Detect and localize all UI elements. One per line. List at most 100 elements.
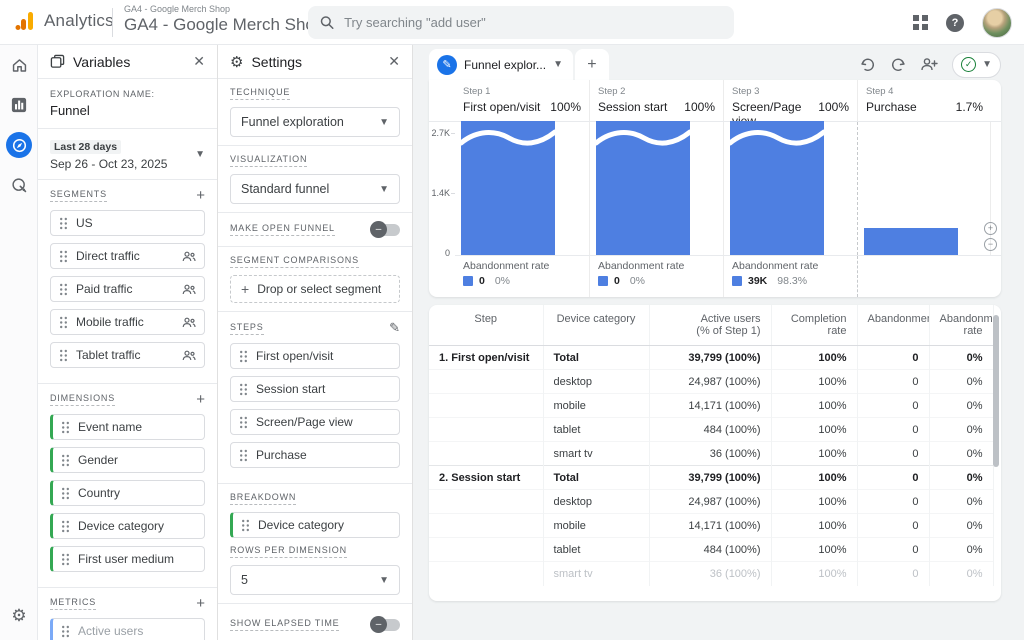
segment-chip[interactable]: Paid traffic: [50, 276, 205, 302]
segment-chip[interactable]: US: [50, 210, 205, 236]
table-column-header[interactable]: Device category: [543, 305, 649, 346]
close-icon[interactable]: ✕: [388, 53, 400, 70]
funnel-step-header[interactable]: Step 4Purchase1.7%: [857, 80, 991, 121]
drag-handle-icon: [59, 349, 68, 362]
funnel-bar[interactable]: [730, 121, 824, 255]
funnel-step-header[interactable]: Step 3Screen/Page view100%: [723, 80, 857, 121]
redo-icon[interactable]: [890, 58, 906, 72]
zoom-in-icon[interactable]: +: [984, 222, 997, 235]
dimension-chip-label: Event name: [78, 420, 196, 434]
segment-drop-text: Drop or select segment: [257, 282, 381, 296]
apps-grid-icon[interactable]: [913, 15, 928, 30]
show-elapsed-time-toggle[interactable]: –: [372, 619, 400, 631]
search-bar[interactable]: [308, 6, 734, 39]
table-cell: Total: [543, 346, 649, 370]
table-cell: 39,799 (100%): [649, 346, 771, 370]
nav-reports-icon[interactable]: [0, 85, 38, 125]
table-row: 2. Session startTotal39,799 (100%)100%00…: [429, 466, 993, 490]
y-axis-label: 0: [430, 248, 450, 258]
table-row: tablet484 (100%)100%00%: [429, 538, 993, 562]
share-user-icon[interactable]: [920, 57, 938, 72]
funnel-bar[interactable]: [461, 121, 555, 255]
table-column-header[interactable]: Completionrate: [771, 305, 857, 346]
table-cell: 24,987 (100%): [649, 490, 771, 514]
dimension-chip[interactable]: Gender: [50, 447, 205, 473]
dimension-chip[interactable]: Device category: [50, 513, 205, 539]
header-line2: rate: [782, 325, 847, 337]
admin-gear-icon[interactable]: ⚙: [0, 606, 38, 626]
tab-funnel-exploration[interactable]: ✎ Funnel explor... ▼: [429, 49, 573, 80]
funnel-column: [455, 122, 589, 255]
analytics-logo[interactable]: Analytics: [14, 10, 114, 32]
nav-explore-icon[interactable]: [0, 125, 38, 165]
segment-chip[interactable]: Mobile traffic: [50, 309, 205, 335]
segment-drop-zone[interactable]: + Drop or select segment: [230, 275, 400, 303]
add-segment-button[interactable]: +: [196, 188, 205, 203]
funnel-step-header[interactable]: Step 2Session start100%: [589, 80, 723, 121]
step-number: Step 4: [866, 86, 983, 97]
undo-icon[interactable]: [860, 58, 876, 72]
table-cell: 0: [857, 394, 929, 418]
table-column-header[interactable]: Abandonmen...: [857, 305, 929, 346]
segment-comparisons-label: SEGMENT COMPARISONS: [230, 255, 359, 268]
metric-chip[interactable]: Active users: [50, 618, 205, 640]
edit-steps-icon[interactable]: ✎: [389, 320, 400, 336]
add-dimension-button[interactable]: +: [196, 392, 205, 407]
rows-per-dimension-dropdown[interactable]: 5 ▼: [230, 565, 400, 595]
table-cell: 0%: [929, 346, 993, 370]
table-scrollbar[interactable]: [993, 315, 999, 467]
drag-handle-icon: [61, 487, 70, 500]
funnel-bar[interactable]: [864, 228, 958, 255]
technique-dropdown[interactable]: Funnel exploration ▼: [230, 107, 400, 137]
analytics-logo-icon: [14, 10, 36, 32]
tab-label: Funnel explor...: [464, 58, 546, 72]
abandonment-cell: [857, 256, 991, 297]
zoom-out-icon[interactable]: −: [984, 238, 997, 251]
nav-advertising-icon[interactable]: [0, 165, 38, 205]
drag-handle-icon: [239, 449, 248, 462]
rows-per-dimension-value: 5: [241, 573, 248, 587]
dimension-chip[interactable]: Country: [50, 480, 205, 506]
date-range-picker[interactable]: Last 28 days Sep 26 - Oct 23, 2025 ▼: [38, 129, 217, 180]
avatar[interactable]: [982, 8, 1012, 38]
close-icon[interactable]: ✕: [193, 53, 205, 70]
step-chip[interactable]: Purchase: [230, 442, 400, 468]
step-number: Step 2: [598, 86, 715, 97]
search-input[interactable]: [344, 15, 722, 30]
visualization-value: Standard funnel: [241, 182, 329, 196]
variables-icon: [50, 54, 65, 69]
dimension-chip[interactable]: Event name: [50, 414, 205, 440]
table-row: desktop24,987 (100%)100%00%: [429, 370, 993, 394]
add-tab-button[interactable]: +: [575, 49, 609, 80]
table-cell: 100%: [771, 346, 857, 370]
table-cell: 24,987 (100%): [649, 370, 771, 394]
abandonment-label: Abandonment rate: [463, 260, 581, 272]
funnel-plot: 2.7K1.4K0: [455, 122, 1001, 256]
exploration-name-value[interactable]: Funnel: [50, 103, 205, 118]
dimension-chip[interactable]: First user medium: [50, 546, 205, 572]
step-chip[interactable]: Screen/Page view: [230, 409, 400, 435]
table-column-header[interactable]: Active users(% of Step 1): [649, 305, 771, 346]
breadcrumb[interactable]: GA4 - Google Merch Shop GA4 - Google Mer…: [124, 4, 324, 35]
table-cell: 1. First open/visit: [429, 346, 543, 370]
segment-chip[interactable]: Direct traffic: [50, 243, 205, 269]
breakdown-chip[interactable]: Device category: [230, 512, 400, 538]
step-chip[interactable]: First open/visit: [230, 343, 400, 369]
step-chip[interactable]: Session start: [230, 376, 400, 402]
make-open-funnel-toggle[interactable]: –: [372, 224, 400, 236]
nav-home-icon[interactable]: [0, 45, 38, 85]
table-cell: 100%: [771, 490, 857, 514]
table-cell: 0%: [929, 538, 993, 562]
visualization-dropdown[interactable]: Standard funnel ▼: [230, 174, 400, 204]
help-icon[interactable]: ?: [946, 14, 964, 32]
table-row: 1. First open/visitTotal39,799 (100%)100…: [429, 346, 993, 370]
table-column-header[interactable]: Step: [429, 305, 543, 346]
table-column-header[interactable]: Abandonmentrate: [929, 305, 993, 346]
table-cell: [429, 562, 543, 586]
add-metric-button[interactable]: +: [196, 596, 205, 611]
funnel-step-header[interactable]: Step 1First open/visit100%: [455, 80, 589, 121]
table-cell: 484 (100%): [649, 418, 771, 442]
segment-chip[interactable]: Tablet traffic: [50, 342, 205, 368]
funnel-bar[interactable]: [596, 121, 690, 255]
status-ok-button[interactable]: ✓ ▼: [952, 52, 1001, 78]
